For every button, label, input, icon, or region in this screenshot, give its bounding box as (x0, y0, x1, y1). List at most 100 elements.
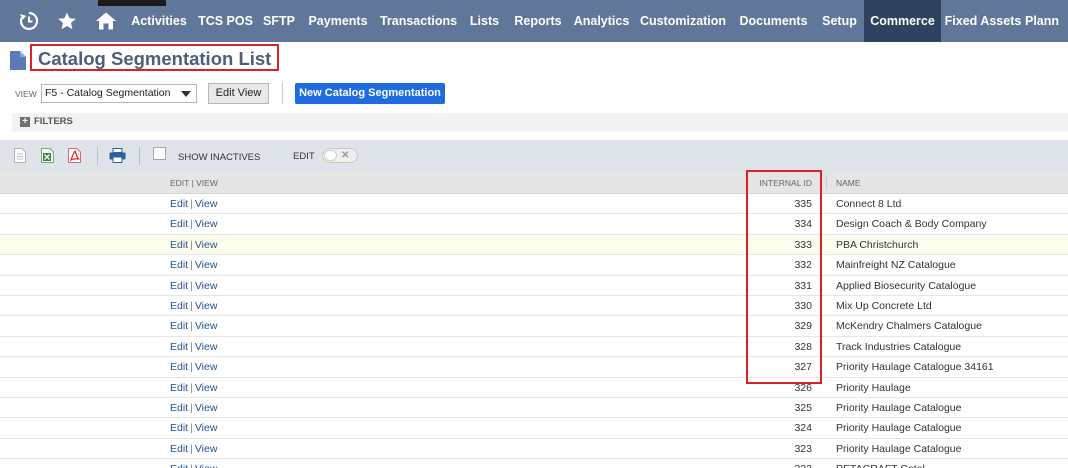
recent-records-icon[interactable] (14, 7, 44, 35)
link-separator: | (190, 320, 193, 333)
link-separator: | (190, 279, 193, 292)
nav-item-customization[interactable]: Customization (634, 0, 732, 42)
internal-id-cell: 325 (794, 401, 812, 414)
view-link[interactable]: View (195, 239, 218, 251)
table-header: EDIT | VIEW INTERNAL ID NAME (0, 172, 1068, 194)
edit-view-cell: Edit|View (170, 280, 217, 292)
edit-view-cell: Edit|View (170, 341, 217, 353)
nav-item-transactions[interactable]: Transactions (375, 0, 462, 42)
nav-item-payments[interactable]: Payments (301, 0, 375, 42)
edit-link[interactable]: Edit (170, 341, 188, 353)
link-separator: | (190, 299, 193, 312)
edit-view-cell: Edit|View (170, 218, 217, 230)
edit-link[interactable]: Edit (170, 300, 188, 312)
nav-item-commerce[interactable]: Commerce (864, 0, 941, 42)
edit-link[interactable]: Edit (170, 239, 188, 251)
table-row: Edit | View 332 Mainfreight NZ Catalogue (0, 255, 1068, 276)
show-inactives-label: SHOW INACTIVES (178, 152, 261, 163)
internal-id-highlight-box (746, 170, 822, 384)
view-link[interactable]: View (195, 280, 218, 292)
edit-view-cell: Edit|View (170, 259, 217, 271)
name-cell: Mix Up Concrete Ltd (836, 299, 932, 312)
edit-link[interactable]: Edit (170, 320, 188, 332)
star-icon[interactable] (52, 7, 82, 35)
table-row: Edit | View 331 Applied Biosecurity Catalogu… (0, 275, 1068, 296)
view-link[interactable]: View (195, 259, 218, 271)
view-link[interactable]: View (195, 361, 218, 373)
internal-id-cell: 324 (794, 422, 812, 435)
filters-bar[interactable]: + FILTERS (12, 113, 1068, 132)
view-link[interactable]: View (195, 463, 218, 468)
nav-item-fixed-assets[interactable]: Fixed Assets (941, 0, 1025, 42)
name-cell: Priority Haulage Catalogue (836, 401, 962, 414)
table-row: Edit | View 324 Priority Haulage Catalogue (0, 418, 1068, 439)
view-link[interactable]: View (195, 422, 218, 434)
edit-view-cell: Edit|View (170, 443, 217, 455)
edit-toggle[interactable]: ✕ (322, 148, 358, 163)
column-header-edit-view: EDIT | VIEW (170, 178, 218, 188)
name-cell: Mainfreight NZ Catalogue (836, 259, 956, 272)
view-select[interactable]: F5 - Catalog Segmentation (41, 84, 197, 103)
edit-link[interactable]: Edit (170, 443, 188, 455)
show-inactives-checkbox[interactable] (153, 147, 166, 160)
name-cell: Priority Haulage Catalogue (836, 422, 962, 435)
nav-item-documents[interactable]: Documents (732, 0, 815, 42)
table-row: Edit|View 322 PETACRAFT Catal (0, 459, 1068, 468)
home-icon[interactable] (91, 7, 121, 35)
edit-label: EDIT (293, 151, 315, 162)
nav-item-reports[interactable]: Reports (507, 0, 569, 42)
link-separator: | (190, 422, 193, 435)
view-link[interactable]: View (195, 300, 218, 312)
toolbar-divider (139, 147, 140, 165)
view-select-value: F5 - Catalog Segmentation (45, 87, 171, 99)
toggle-knob (324, 150, 337, 161)
list-toolbar: SHOW INACTIVES EDIT ✕ (0, 140, 1068, 172)
nav-item-activities[interactable]: Activities (124, 0, 194, 42)
export-excel-icon[interactable] (41, 148, 54, 166)
edit-link[interactable]: Edit (170, 382, 188, 394)
nav-item-sftp[interactable]: SFTP (257, 0, 301, 42)
nav-item-tcs-pos[interactable]: TCS POS (193, 0, 258, 42)
nav-item-lists[interactable]: Lists (462, 0, 507, 42)
expand-plus-icon[interactable]: + (20, 117, 30, 127)
edit-view-cell: Edit|View (170, 382, 217, 394)
view-link[interactable]: View (195, 218, 218, 230)
view-link[interactable]: View (195, 382, 218, 394)
nav-item-plann[interactable]: Plann (1025, 0, 1068, 42)
column-divider (826, 175, 827, 190)
link-separator: | (190, 340, 193, 353)
edit-link[interactable]: Edit (170, 422, 188, 434)
export-pdf-icon[interactable] (68, 148, 81, 166)
view-link[interactable]: View (195, 443, 218, 455)
edit-link[interactable]: Edit (170, 463, 188, 468)
table-row: Edit | View 333 PBA Christchurch (0, 234, 1068, 256)
edit-view-button[interactable]: Edit View (208, 83, 269, 104)
column-header-name[interactable]: NAME (836, 178, 861, 188)
view-link[interactable]: View (195, 402, 218, 414)
filters-label: FILTERS (34, 116, 73, 127)
print-icon[interactable] (109, 148, 126, 166)
chevron-down-icon (181, 91, 191, 97)
view-link[interactable]: View (195, 198, 218, 210)
edit-link[interactable]: Edit (170, 280, 188, 292)
table-row: Edit | View 329 McKendry Chalmers Catalogue (0, 316, 1068, 337)
nav-item-setup[interactable]: Setup (815, 0, 864, 42)
nav-item-analytics[interactable]: Analytics (569, 0, 634, 42)
edit-view-cell: Edit|View (170, 300, 217, 312)
link-separator: | (188, 463, 195, 468)
edit-link[interactable]: Edit (170, 259, 188, 271)
link-separator: | (190, 198, 193, 210)
internal-id-cell: 323 (794, 442, 812, 455)
table-row: Edit | View 327 Priority Haulage Catalogue 3… (0, 357, 1068, 378)
name-cell: McKendry Chalmers Catalogue (836, 320, 982, 333)
edit-link[interactable]: Edit (170, 218, 188, 230)
new-catalog-segmentation-button[interactable]: New Catalog Segmentation (295, 83, 445, 104)
view-link[interactable]: View (195, 341, 218, 353)
view-link[interactable]: View (195, 320, 218, 332)
export-csv-icon[interactable] (14, 148, 26, 166)
link-separator: | (190, 381, 193, 394)
edit-link[interactable]: Edit (170, 198, 188, 210)
edit-link[interactable]: Edit (170, 402, 188, 414)
link-separator: | (190, 218, 193, 231)
edit-link[interactable]: Edit (170, 361, 188, 373)
